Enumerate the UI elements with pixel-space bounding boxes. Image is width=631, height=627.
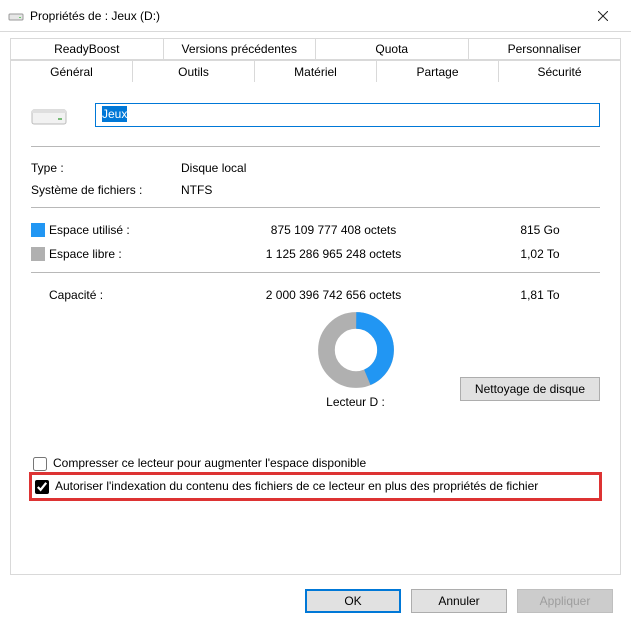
drive-name-input[interactable]: Jeux	[95, 103, 600, 127]
compress-label: Compresser ce lecteur pour augmenter l'e…	[53, 456, 366, 470]
divider	[31, 207, 600, 208]
tab-hardware[interactable]: Matériel	[255, 60, 377, 82]
tab-previous-versions[interactable]: Versions précédentes	[164, 38, 317, 60]
drive-label: Lecteur D :	[326, 395, 385, 409]
close-button[interactable]	[581, 1, 625, 31]
capacity-bytes: 2 000 396 742 656 octets	[187, 288, 480, 302]
index-checkbox[interactable]	[35, 480, 49, 494]
drive-icon	[8, 8, 24, 24]
type-label: Type :	[31, 161, 181, 175]
tab-strip: ReadyBoost Versions précédentes Quota Pe…	[0, 32, 631, 82]
dialog-footer: OK Annuler Appliquer	[0, 575, 631, 627]
divider	[31, 272, 600, 273]
usage-donut-chart	[317, 311, 395, 389]
tab-sharing[interactable]: Partage	[377, 60, 499, 82]
apply-button: Appliquer	[517, 589, 613, 613]
free-label: Espace libre :	[49, 247, 187, 261]
free-human: 1,02 To	[480, 247, 600, 261]
free-bytes: 1 125 286 965 248 octets	[187, 247, 480, 261]
filesystem-value: NTFS	[181, 183, 600, 197]
filesystem-label: Système de fichiers :	[31, 183, 181, 197]
title-bar: Propriétés de : Jeux (D:)	[0, 0, 631, 32]
used-bytes: 875 109 777 408 octets	[187, 223, 480, 237]
free-color-swatch	[31, 247, 45, 261]
used-color-swatch	[31, 223, 45, 237]
capacity-label: Capacité :	[49, 288, 187, 302]
index-label: Autoriser l'indexation du contenu des fi…	[55, 479, 538, 493]
used-label: Espace utilisé :	[49, 223, 187, 237]
general-pane: Jeux Type : Disque local Système de fich…	[10, 82, 621, 575]
drive-icon-large	[31, 102, 67, 128]
disk-cleanup-button[interactable]: Nettoyage de disque	[460, 377, 600, 401]
tab-security[interactable]: Sécurité	[499, 60, 621, 82]
compress-checkbox[interactable]	[33, 457, 47, 471]
index-checkbox-row[interactable]: Autoriser l'indexation du contenu des fi…	[31, 474, 600, 499]
cancel-button[interactable]: Annuler	[411, 589, 507, 613]
ok-button[interactable]: OK	[305, 589, 401, 613]
tab-quota[interactable]: Quota	[316, 38, 469, 60]
drive-name-value: Jeux	[102, 106, 127, 122]
divider	[31, 146, 600, 147]
tab-readyboost[interactable]: ReadyBoost	[10, 38, 164, 60]
compress-checkbox-row[interactable]: Compresser ce lecteur pour augmenter l'e…	[31, 453, 600, 474]
capacity-human: 1,81 To	[480, 288, 600, 302]
tab-general[interactable]: Général	[10, 60, 133, 82]
tab-tools[interactable]: Outils	[133, 60, 255, 82]
tab-customize[interactable]: Personnaliser	[469, 38, 622, 60]
window-title: Propriétés de : Jeux (D:)	[30, 9, 581, 23]
used-human: 815 Go	[480, 223, 600, 237]
type-value: Disque local	[181, 161, 600, 175]
